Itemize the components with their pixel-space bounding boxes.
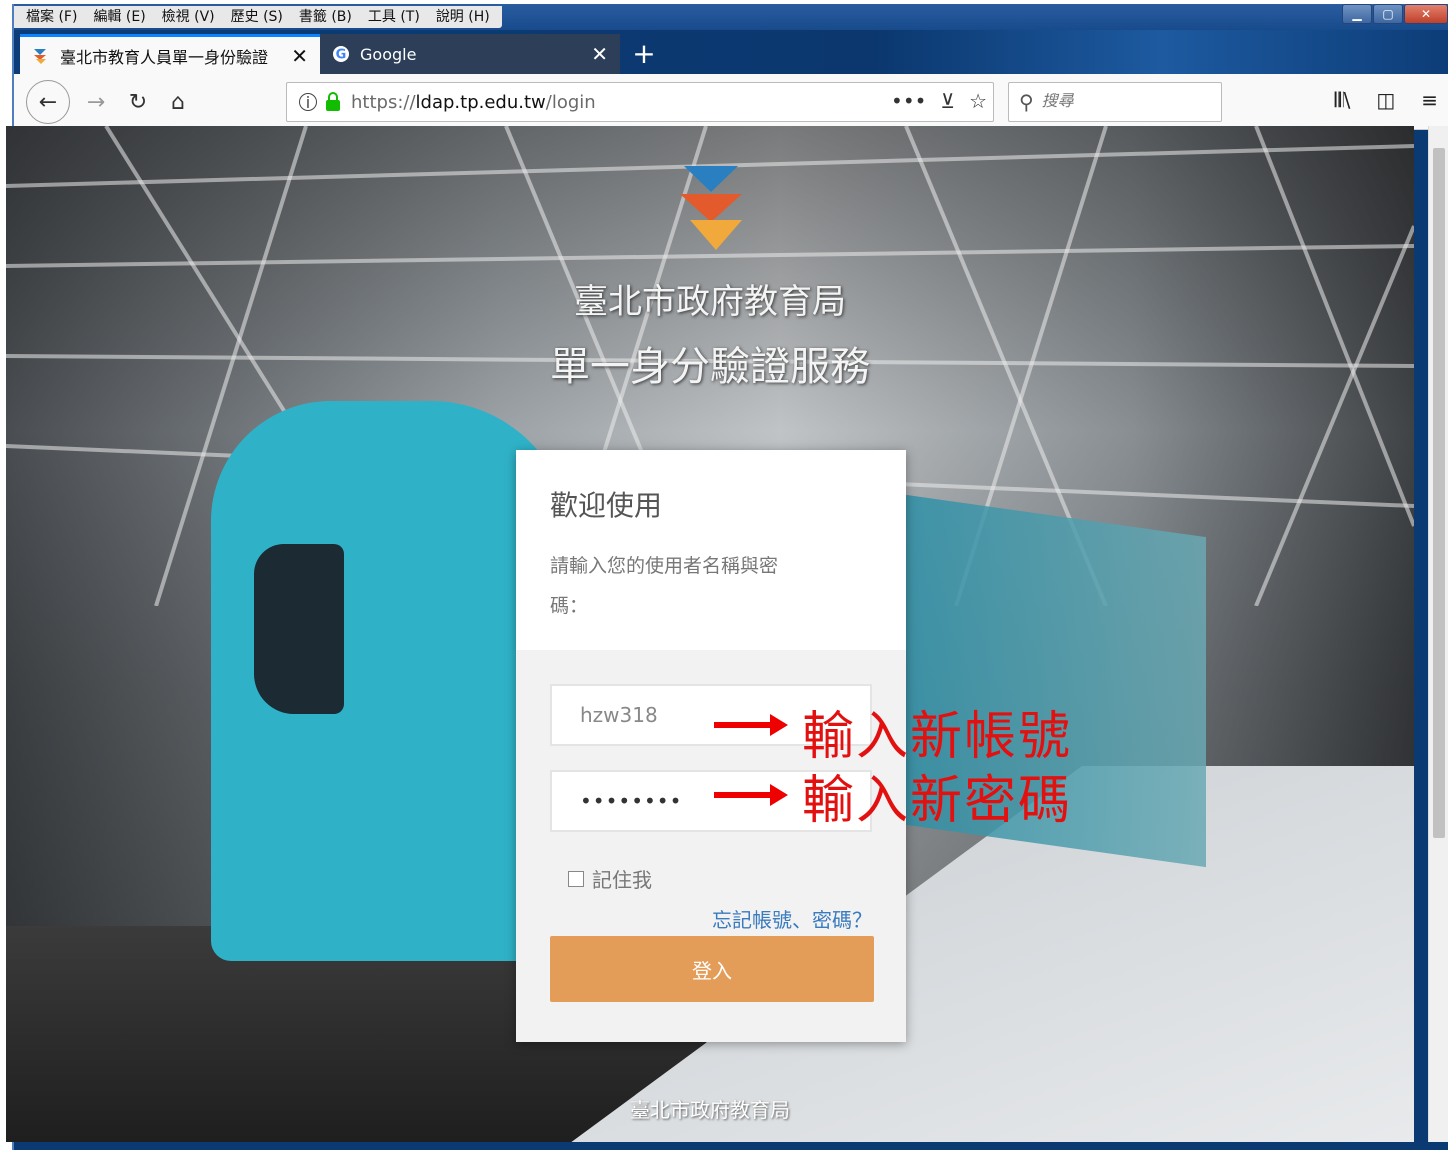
login-card-header: 歡迎使用 請輸入您的使用者名稱與密碼： xyxy=(516,450,906,650)
search-bar[interactable]: ⚲ xyxy=(1008,82,1222,122)
minimize-button[interactable]: ▁ xyxy=(1342,4,1372,24)
menu-help[interactable]: 說明 (H) xyxy=(430,6,496,28)
tab-title: Google xyxy=(360,44,417,64)
maximize-button[interactable]: ▢ xyxy=(1373,4,1403,24)
url-actions: ••• ⊻ ☆ xyxy=(891,89,987,113)
train-window xyxy=(254,544,344,714)
lock-icon xyxy=(326,92,340,111)
tab-strip: 臺北市教育人員單一身份驗證 ✕ G Google ✕ + xyxy=(14,30,1448,74)
scrollbar-thumb[interactable] xyxy=(1433,148,1445,838)
home-button[interactable]: ⌂ xyxy=(158,82,198,122)
menu-bookmarks[interactable]: 書籤 (B) xyxy=(293,6,358,28)
close-icon[interactable]: ✕ xyxy=(591,42,608,66)
checkbox-icon[interactable] xyxy=(568,870,584,887)
library-icon[interactable]: 𝄃𝄃\ xyxy=(1335,88,1351,112)
education-bureau-logo-icon xyxy=(680,166,742,250)
toolbar-right: 𝄃𝄃\ ◫ ≡ xyxy=(1335,88,1438,112)
search-icon: ⚲ xyxy=(1019,90,1034,114)
forgot-credentials-link[interactable]: 忘記帳號、密碼？ xyxy=(712,904,872,933)
tab-ldap-login[interactable]: 臺北市教育人員單一身份驗證 ✕ xyxy=(20,34,320,74)
info-icon[interactable]: i xyxy=(299,93,317,112)
annotation-arrow-password xyxy=(714,784,788,806)
reload-button[interactable]: ↻ xyxy=(118,82,158,122)
sidebar-icon[interactable]: ◫ xyxy=(1376,88,1395,112)
remember-me-checkbox[interactable]: 記住我 xyxy=(568,864,652,893)
hamburger-menu-icon[interactable]: ≡ xyxy=(1421,88,1438,112)
new-tab-button[interactable]: + xyxy=(626,36,662,72)
menu-view[interactable]: 檢視 (V) xyxy=(156,6,221,28)
annotation-arrow-username xyxy=(714,714,788,736)
pocket-icon[interactable]: ⊻ xyxy=(940,89,955,113)
page-footer: 臺北市政府教育局 xyxy=(630,1098,790,1122)
menu-bar: 檔案 (F) 編輯 (E) 檢視 (V) 歷史 (S) 書籤 (B) 工具 (T… xyxy=(14,6,502,28)
svg-text:G: G xyxy=(336,48,347,63)
reload-icon: ↻ xyxy=(128,89,148,115)
login-description: 請輸入您的使用者名稱與密碼： xyxy=(550,555,779,617)
menu-file[interactable]: 檔案 (F) xyxy=(20,6,83,28)
menu-tools[interactable]: 工具 (T) xyxy=(362,6,426,28)
home-icon: ⌂ xyxy=(171,89,185,115)
close-window-button[interactable]: ✕ xyxy=(1404,4,1448,24)
tab-title: 臺北市教育人員單一身份驗證 xyxy=(60,47,269,67)
page-scrollbar[interactable] xyxy=(1428,126,1448,1142)
bookmark-star-icon[interactable]: ☆ xyxy=(969,89,987,113)
page-content: 臺北市政府教育局 單一身分驗證服務 歡迎使用 請輸入您的使用者名稱與密碼： 記住… xyxy=(6,126,1414,1142)
tab-google[interactable]: G Google ✕ xyxy=(320,34,620,74)
url-text: https://ldap.tp.edu.tw/login xyxy=(351,91,596,113)
navigation-bar: ← → ↻ ⌂ i https://ldap.tp.edu.tw/login •… xyxy=(14,74,1448,130)
password-input[interactable] xyxy=(580,789,840,813)
menu-edit[interactable]: 編輯 (E) xyxy=(87,6,151,28)
site-title-org: 臺北市政府教育局 xyxy=(574,282,846,322)
arrow-right-icon: → xyxy=(86,89,106,115)
back-button[interactable]: ← xyxy=(26,80,70,124)
close-icon[interactable]: ✕ xyxy=(291,44,308,68)
google-icon: G xyxy=(333,46,349,63)
arrow-left-icon: ← xyxy=(38,89,58,115)
forward-button[interactable]: → xyxy=(76,82,116,122)
annotation-password-note: 輸入新密碼 xyxy=(802,771,1073,831)
login-button[interactable]: 登入 xyxy=(550,936,874,1002)
more-actions-icon[interactable]: ••• xyxy=(891,89,926,113)
search-input[interactable] xyxy=(1041,93,1192,111)
remember-me-label: 記住我 xyxy=(592,868,652,892)
login-heading: 歡迎使用 xyxy=(550,489,663,522)
title-bar: 檔案 (F) 編輯 (E) 檢視 (V) 歷史 (S) 書籤 (B) 工具 (T… xyxy=(14,4,1448,30)
menu-history[interactable]: 歷史 (S) xyxy=(225,6,289,28)
site-logo-icon xyxy=(34,48,46,64)
url-bar[interactable]: i https://ldap.tp.edu.tw/login ••• ⊻ ☆ xyxy=(286,82,994,122)
username-input[interactable] xyxy=(580,703,840,727)
site-title-service: 單一身分驗證服務 xyxy=(550,344,870,390)
window-controls: ▁ ▢ ✕ xyxy=(1341,4,1448,26)
